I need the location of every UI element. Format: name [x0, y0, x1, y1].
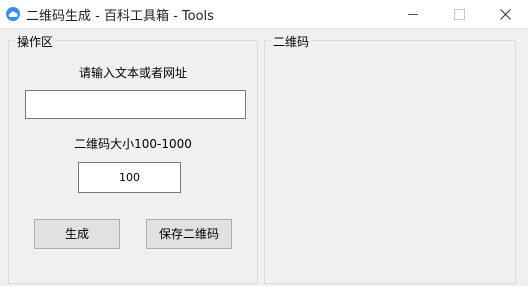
minimize-icon	[408, 13, 418, 15]
qr-size-label: 二维码大小100-1000	[74, 137, 192, 151]
operation-groupbox-title: 操作区	[15, 33, 56, 50]
title-separator	[0, 28, 528, 29]
operation-groupbox: 操作区 请输入文本或者网址 二维码大小100-1000 100 生成 保存二维码	[8, 33, 258, 284]
maximize-button[interactable]	[436, 0, 482, 28]
minimize-button[interactable]	[390, 0, 436, 28]
qr-groupbox-title: 二维码	[271, 33, 312, 50]
close-icon	[499, 8, 511, 20]
cloud-icon	[6, 7, 20, 21]
qr-size-input[interactable]: 100	[78, 162, 181, 193]
generate-button[interactable]: 生成	[34, 219, 120, 249]
url-input-label: 请输入文本或者网址	[78, 66, 187, 80]
maximize-icon	[453, 8, 465, 20]
url-input[interactable]	[25, 90, 246, 119]
qr-groupbox: 二维码	[264, 33, 516, 284]
close-button[interactable]	[482, 0, 528, 28]
save-qr-button[interactable]: 保存二维码	[146, 219, 232, 249]
window-title: 二维码生成 - 百科工具箱 - Tools	[26, 9, 214, 24]
title-bar: 二维码生成 - 百科工具箱 - Tools	[0, 0, 528, 28]
